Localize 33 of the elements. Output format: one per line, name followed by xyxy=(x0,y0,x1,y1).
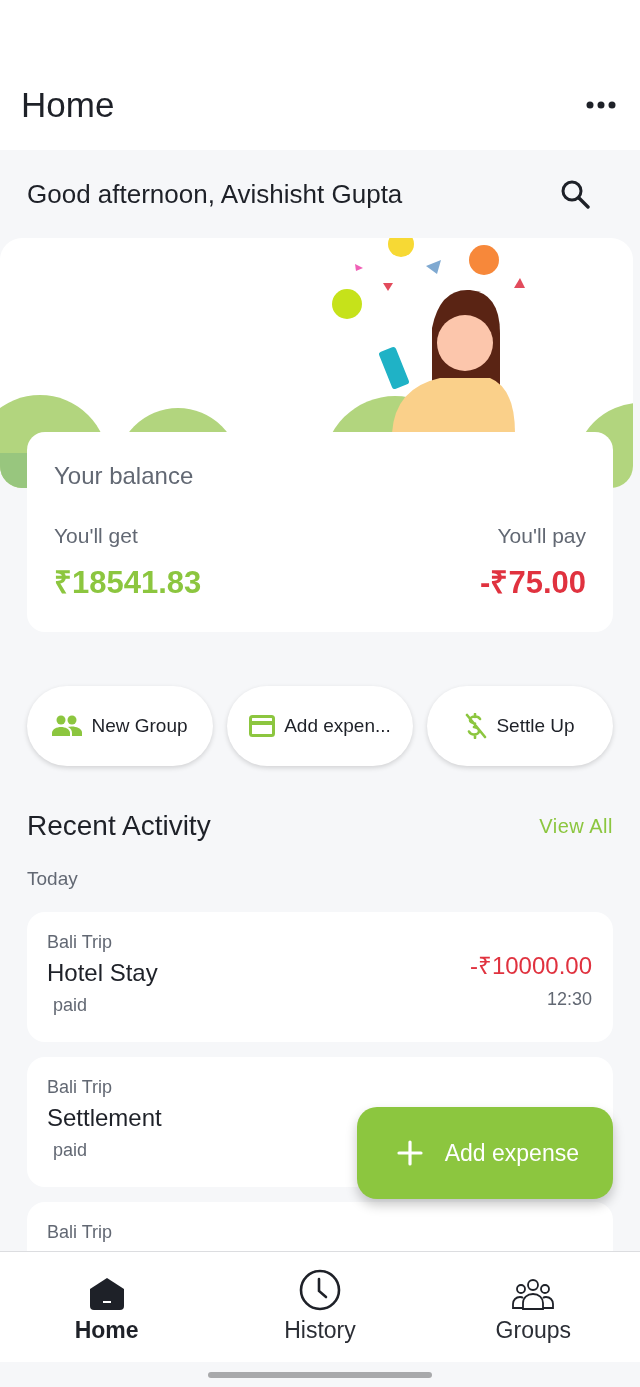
search-icon[interactable] xyxy=(560,179,590,209)
page-title: Home xyxy=(21,85,115,125)
activity-time: 12:30 xyxy=(546,989,592,1010)
people-icon xyxy=(52,715,83,737)
activity-amount: -₹10000.00 xyxy=(469,951,592,981)
pay-amount: -₹75.00 xyxy=(480,564,586,602)
action-button[interactable]: New Group xyxy=(27,686,213,766)
activity-status: paid xyxy=(53,995,89,1016)
nav-tab[interactable]: History xyxy=(213,1252,427,1362)
group-name: Bali Trip xyxy=(47,932,114,953)
action-button[interactable]: Settle Up xyxy=(427,686,613,766)
activity-title: Settlement xyxy=(47,1104,162,1132)
card-title: Your balance xyxy=(54,462,195,490)
home-icon xyxy=(88,1277,125,1311)
get-amount: ₹18541.83 xyxy=(54,564,202,602)
group-name: Bali Trip xyxy=(47,1077,114,1098)
date-heading: Today xyxy=(27,868,79,890)
greeting-text: Good afternoon, Avishisht Gupta xyxy=(27,178,403,210)
more-icon[interactable] xyxy=(586,101,616,109)
action-button[interactable]: Add expen... xyxy=(227,686,413,766)
activity-status: paid xyxy=(53,1140,89,1161)
nav-tab[interactable]: Home xyxy=(0,1252,214,1362)
card-icon xyxy=(249,715,276,737)
dollar-icon xyxy=(465,713,488,739)
pay-label: You'll pay xyxy=(497,524,586,548)
activity-title: Hotel Stay xyxy=(47,959,158,987)
group-name: Bali Trip xyxy=(47,1222,113,1243)
clock-icon xyxy=(299,1269,341,1311)
section-title: Recent Activity xyxy=(27,810,211,842)
get-label: You'll get xyxy=(54,524,139,548)
people-icon xyxy=(512,1279,555,1311)
nav-tab[interactable]: Groups xyxy=(426,1252,640,1362)
plus-icon xyxy=(396,1140,423,1166)
